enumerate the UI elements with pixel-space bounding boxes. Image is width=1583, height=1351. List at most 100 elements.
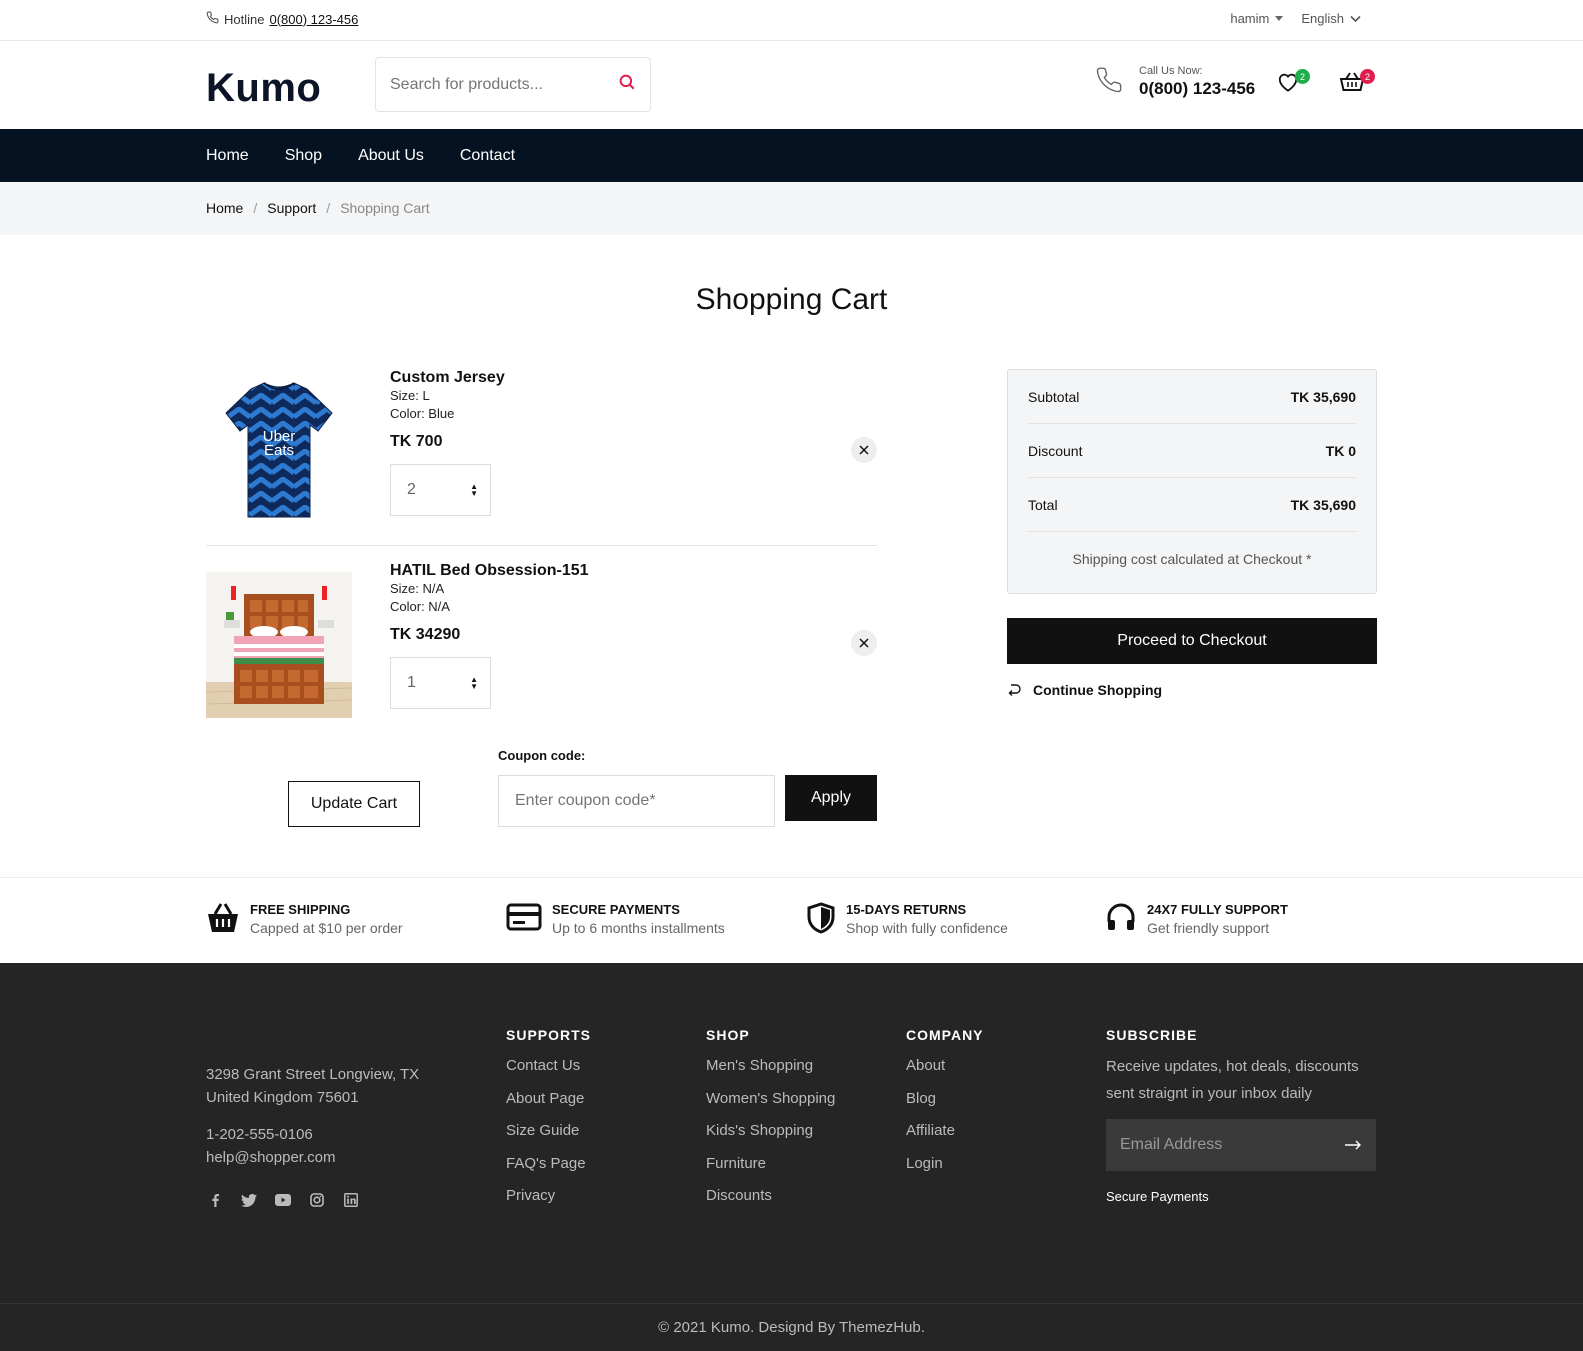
footer-column-title: COMPANY [906, 1027, 984, 1043]
apply-coupon-button[interactable]: Apply [785, 775, 877, 821]
discount-value: TK 0 [1325, 442, 1356, 459]
credit-card-icon [506, 903, 542, 931]
product-name[interactable]: HATIL Bed Obsession-151 [390, 562, 589, 580]
feature-free-shipping: FREE SHIPPING Capped at $10 per order [206, 902, 403, 936]
arrow-right-icon[interactable] [1344, 1140, 1362, 1150]
footer-subscribe: SUBSCRIBE Receive updates, hot deals, di… [1106, 1027, 1381, 1204]
search-icon[interactable] [618, 73, 636, 96]
footer-link[interactable]: Affiliate [906, 1122, 984, 1155]
footer-link[interactable]: Size Guide [506, 1122, 591, 1155]
order-summary: Subtotal TK 35,690 Discount TK 0 Total T… [1007, 369, 1377, 594]
quantity-stepper[interactable]: 2 ▲ ▼ [390, 464, 491, 516]
product-color: Color: N/A [390, 599, 450, 614]
feature-title: 15-DAYS RETURNS [846, 902, 967, 917]
call-number: 0(800) 123-456 [1139, 79, 1256, 98]
continue-shopping-link[interactable]: Continue Shopping [1007, 682, 1162, 698]
remove-item-button[interactable] [851, 630, 877, 656]
nav-shop[interactable]: Shop [285, 147, 322, 165]
secure-payments-label: Secure Payments [1106, 1189, 1209, 1204]
feature-subtitle: Capped at $10 per order [250, 920, 403, 936]
product-price: TK 700 [390, 433, 443, 450]
footer-phone[interactable]: 1-202-555-0106 [206, 1123, 335, 1146]
footer-link[interactable]: Discounts [706, 1187, 835, 1220]
call-now: Call Us Now: 0(800) 123-456 [1095, 65, 1255, 99]
social-links [206, 1191, 360, 1209]
total-label: Total [1028, 496, 1058, 513]
logo-text: Kumo [206, 66, 322, 110]
cart-button[interactable]: 2 [1339, 69, 1375, 97]
feature-secure-payments: SECURE PAYMENTS Up to 6 months installmen… [506, 902, 725, 936]
stepper-arrows-icon[interactable]: ▲ ▼ [470, 483, 478, 498]
language-dropdown[interactable]: English [1301, 11, 1361, 26]
product-image-jersey[interactable]: Uber Eats [206, 379, 352, 525]
update-cart-button[interactable]: Update Cart [288, 781, 420, 827]
search-input[interactable] [390, 75, 600, 94]
email-field[interactable]: Email Address [1106, 1119, 1376, 1171]
footer-link[interactable]: Login [906, 1155, 984, 1188]
subtotal-label: Subtotal [1028, 388, 1080, 405]
linkedin-icon[interactable] [342, 1191, 360, 1209]
product-size: Size: L [390, 388, 430, 403]
user-dropdown[interactable]: hamim [1230, 11, 1284, 26]
hotline: Hotline 0(800) 123-456 [206, 11, 358, 27]
facebook-icon[interactable] [206, 1191, 224, 1209]
stepper-arrows-icon[interactable]: ▲ ▼ [470, 676, 478, 691]
feature-title: SECURE PAYMENTS [552, 902, 680, 917]
quantity-stepper[interactable]: 1 ▲ ▼ [390, 657, 491, 709]
footer-link[interactable]: About [906, 1057, 984, 1090]
discount-row: Discount TK 0 [1028, 424, 1356, 478]
main-nav: Home Shop About Us Contact [0, 129, 1583, 182]
nav-contact[interactable]: Contact [460, 147, 515, 165]
caret-down-icon [1275, 16, 1284, 21]
quantity-value: 1 [407, 674, 416, 691]
footer-column-shop: SHOP Men's Shopping Women's Shopping Kid… [706, 1027, 835, 1220]
feature-title: 24X7 FULLY SUPPORT [1147, 902, 1288, 917]
feature-support: 24X7 FULLY SUPPORT Get friendly support [1105, 902, 1288, 936]
footer-link[interactable]: Men's Shopping [706, 1057, 835, 1090]
cart-item: Uber Eats Custom Jersey Size: L Color: B… [206, 369, 877, 546]
footer-link[interactable]: Women's Shopping [706, 1090, 835, 1123]
feature-subtitle: Get friendly support [1147, 920, 1270, 936]
wishlist-button[interactable]: 2 [1277, 69, 1310, 97]
twitter-icon[interactable] [240, 1191, 258, 1209]
proceed-to-checkout-button[interactable]: Proceed to Checkout [1007, 618, 1377, 664]
logo[interactable]: Kumo [206, 66, 321, 111]
nav-home[interactable]: Home [206, 147, 249, 165]
hotline-number-link[interactable]: 0(800) 123-456 [269, 12, 358, 27]
breadcrumb-home[interactable]: Home [206, 200, 243, 216]
footer-link[interactable]: Kids's Shopping [706, 1122, 835, 1155]
breadcrumb-separator: / [326, 200, 331, 216]
close-icon [859, 638, 869, 648]
coupon-input[interactable] [498, 775, 775, 827]
footer-link[interactable]: Privacy [506, 1187, 591, 1220]
phone-icon [206, 11, 219, 27]
coupon-label: Coupon code: [498, 748, 586, 763]
footer-link[interactable]: Contact Us [506, 1057, 591, 1090]
footer-link[interactable]: About Page [506, 1090, 591, 1123]
footer-link[interactable]: Blog [906, 1090, 984, 1123]
call-label: Call Us Now: [1139, 65, 1203, 77]
nav-about-us[interactable]: About Us [358, 147, 424, 165]
instagram-icon[interactable] [308, 1191, 326, 1209]
user-name: hamim [1230, 11, 1270, 26]
phone-icon [1095, 66, 1123, 99]
footer-column-company: COMPANY About Blog Affiliate Login [906, 1027, 984, 1187]
footer-email[interactable]: help@shopper.com [206, 1146, 335, 1169]
product-name[interactable]: Custom Jersey [390, 369, 505, 387]
chevron-down-icon [1350, 15, 1361, 22]
breadcrumb-support[interactable]: Support [267, 200, 316, 216]
footer-link[interactable]: FAQ's Page [506, 1155, 591, 1188]
breadcrumb-separator: / [253, 200, 258, 216]
youtube-icon[interactable] [274, 1191, 292, 1209]
subtotal-value: TK 35,690 [1290, 388, 1356, 405]
remove-item-button[interactable] [851, 437, 877, 463]
footer-column-title: SHOP [706, 1027, 750, 1043]
product-image-bed[interactable] [206, 572, 352, 718]
footer-link[interactable]: Furniture [706, 1155, 835, 1188]
footer: 3298 Grant Street Longview, TX United Ki… [0, 963, 1583, 1351]
feature-subtitle: Up to 6 months installments [552, 920, 725, 936]
shipping-note: Shipping cost calculated at Checkout * [1072, 551, 1312, 567]
search-box [375, 57, 651, 112]
top-bar: Hotline 0(800) 123-456 hamim English [0, 0, 1583, 41]
copyright: © 2021 Kumo. Designd By ThemezHub. [0, 1303, 1583, 1351]
